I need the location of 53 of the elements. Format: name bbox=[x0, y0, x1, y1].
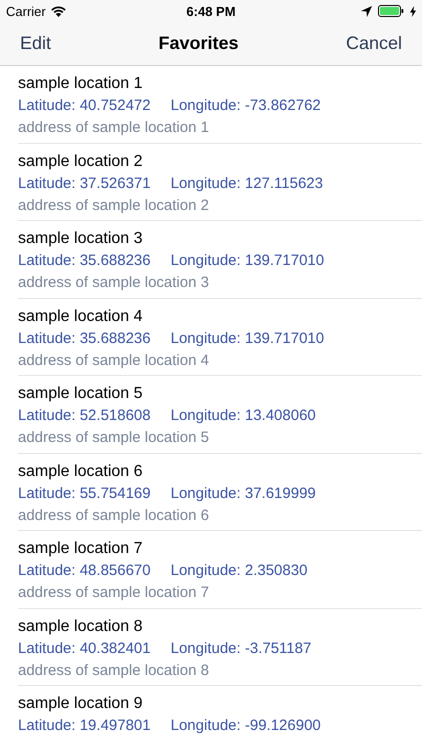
address-text: address of sample location 5 bbox=[18, 428, 210, 447]
location-name: sample location 7 bbox=[18, 539, 144, 558]
location-row[interactable]: sample location 3 Latitude: 35.688236 Longitude: 139.717010 address of sample location 3 bbox=[18, 221, 422, 298]
carrier-label: Carrier bbox=[6, 4, 46, 18]
latitude-text: Latitude: 19.497801 bbox=[18, 716, 151, 735]
address-text: address of sample location 7 bbox=[18, 583, 210, 602]
wifi-icon bbox=[50, 6, 66, 16]
latitude-text: Latitude: 40.752472 bbox=[18, 96, 151, 115]
clock-time: 6:48 PM bbox=[186, 4, 236, 18]
address-text: address of sample location 2 bbox=[18, 196, 210, 214]
longitude-text: Longitude: 37.619999 bbox=[170, 484, 316, 502]
location-row[interactable]: sample location 9 Latitude: 19.497801 Longitude: -99.126900 bbox=[18, 686, 422, 750]
location-row[interactable]: sample location 4 Latitude: 35.688236 Longitude: 139.717010 address of sample location 4 bbox=[18, 298, 422, 376]
longitude-text: Longitude: 139.717010 bbox=[170, 328, 324, 348]
location-name: sample location 9 bbox=[18, 694, 144, 713]
location-row[interactable]: sample location 7 Latitude: 48.856670 Longitude: 2.350830 address of sample location 7 bbox=[18, 531, 422, 608]
location-row[interactable]: sample location 5 Latitude: 52.518608 Longitude: 13.408060 address of sample location 5 bbox=[18, 376, 422, 454]
location-row[interactable]: sample location 8 Latitude: 40.382401 Longitude: -3.751187 address of sample location 8 bbox=[18, 608, 422, 686]
address-text: address of sample location 1 bbox=[18, 118, 210, 137]
location-name: sample location 4 bbox=[18, 306, 144, 326]
location-name: sample location 1 bbox=[18, 74, 144, 93]
address-text: address of sample location 6 bbox=[18, 506, 210, 524]
longitude-text: Longitude: 13.408060 bbox=[170, 406, 316, 425]
longitude-text: Longitude: -99.126900 bbox=[170, 716, 321, 735]
charging-bolt-icon bbox=[410, 6, 416, 16]
latitude-text: Latitude: 40.382401 bbox=[18, 638, 151, 658]
location-arrow-icon bbox=[361, 6, 372, 16]
cancel-button[interactable]: Cancel bbox=[338, 29, 410, 58]
latitude-text: Latitude: 48.856670 bbox=[18, 561, 151, 580]
longitude-text: Longitude: -3.751187 bbox=[170, 638, 312, 658]
location-name: sample location 3 bbox=[18, 229, 144, 248]
address-text: address of sample location 4 bbox=[18, 350, 210, 370]
location-row[interactable]: sample location 2 Latitude: 37.526371 Longitude: 127.115623 address of sample location 2 bbox=[18, 144, 422, 221]
screen-title: Favorites bbox=[158, 33, 239, 54]
longitude-text: Longitude: -73.862762 bbox=[170, 96, 321, 115]
battery-icon bbox=[378, 5, 404, 17]
address-text: address of sample location 8 bbox=[18, 660, 210, 680]
longitude-text: Longitude: 2.350830 bbox=[170, 561, 308, 580]
location-name: sample location 5 bbox=[18, 384, 144, 403]
longitude-text: Longitude: 139.717010 bbox=[170, 251, 324, 270]
location-row[interactable]: sample location 6 Latitude: 55.754169 Longitude: 37.619999 address of sample location 6 bbox=[18, 454, 422, 531]
latitude-text: Latitude: 35.688236 bbox=[18, 251, 151, 270]
address-text: address of sample location 3 bbox=[18, 273, 210, 292]
latitude-text: Latitude: 35.688236 bbox=[18, 328, 151, 348]
latitude-text: Latitude: 55.754169 bbox=[18, 484, 151, 502]
latitude-text: Latitude: 37.526371 bbox=[18, 174, 151, 192]
longitude-text: Longitude: 127.115623 bbox=[170, 174, 323, 192]
location-name: sample location 8 bbox=[18, 616, 144, 636]
edit-button[interactable]: Edit bbox=[12, 29, 60, 58]
location-name: sample location 2 bbox=[18, 152, 144, 170]
latitude-text: Latitude: 52.518608 bbox=[18, 406, 151, 425]
location-name: sample location 6 bbox=[18, 462, 144, 480]
location-row[interactable]: sample location 1 Latitude: 40.752472 Longitude: -73.862762 address of sample location 1 bbox=[18, 66, 422, 144]
